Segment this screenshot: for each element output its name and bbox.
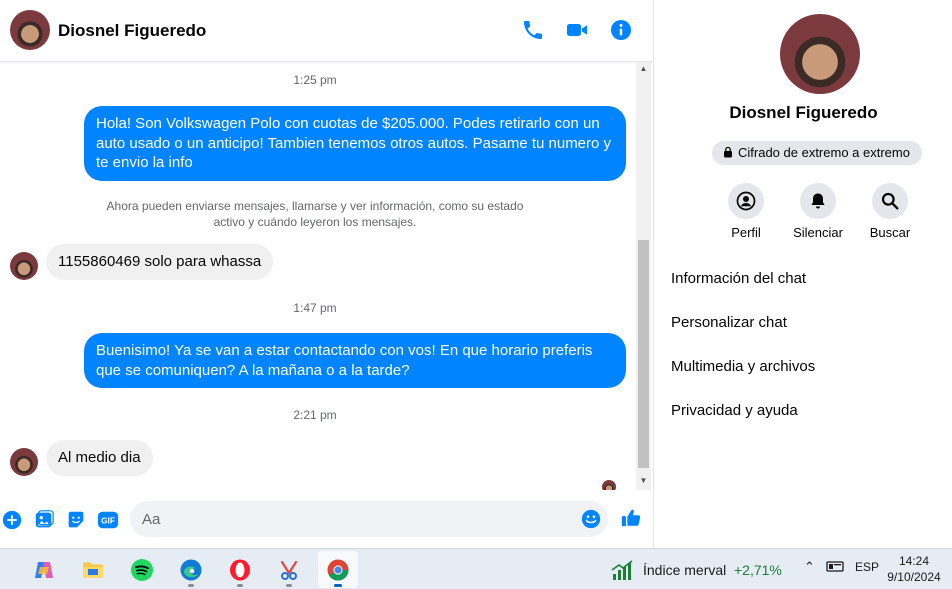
scroll-down-arrow-icon[interactable]: ▼ [636,476,651,488]
mute-label: Silenciar [793,225,843,240]
encryption-label: Cifrado de extremo a extremo [738,145,910,160]
info-icon[interactable] [609,18,633,42]
menu-chat-info[interactable]: Información del chat [671,270,806,287]
phone-icon[interactable] [521,18,545,42]
mute-button[interactable]: Silenciar [783,183,853,240]
encryption-badge[interactable]: Cifrado de extremo a extremo [712,141,922,165]
message-input[interactable] [142,501,572,537]
menu-customize-chat[interactable]: Personalizar chat [671,314,787,331]
sticker-icon[interactable] [65,509,87,531]
gif-icon[interactable]: GIF [97,509,119,531]
read-receipt-avatar [602,480,616,490]
chat-pane: Diosnel Figueredo 1:25 pm Hola! Son Volk… [0,0,653,548]
profile-icon [728,183,764,219]
incoming-message[interactable]: 1155860469 solo para whassa [46,244,274,280]
message-timestamp: 2:21 pm [293,408,337,422]
menu-privacy-help[interactable]: Privacidad y ayuda [671,402,798,419]
message-input-container [130,501,608,537]
contact-name[interactable]: Diosnel Figueredo [58,21,206,41]
emoji-icon[interactable] [580,508,602,530]
chevron-up-icon[interactable]: ⌃ [804,559,815,575]
connection-notice: Ahora pueden enviarse mensajes, llamarse… [106,199,524,229]
snipping-tool-icon[interactable] [269,551,309,588]
stock-change: +2,71% [734,562,782,578]
plus-icon[interactable] [1,509,23,531]
stock-name: Índice merval [643,562,727,578]
message-list[interactable]: 1:25 pm Hola! Son Volkswagen Polo con cu… [0,62,636,490]
network-icon[interactable] [826,560,844,577]
contact-avatar-small [10,448,38,476]
contact-avatar[interactable] [10,10,50,50]
profile-label: Perfil [731,225,761,240]
opera-icon[interactable] [220,551,260,588]
scroll-up-arrow-icon[interactable]: ▲ [636,64,651,76]
menu-media-files[interactable]: Multimedia y archivos [671,358,815,375]
scrollbar-thumb[interactable] [638,240,649,468]
stock-chart-icon [611,560,633,580]
search-button[interactable]: Buscar [855,183,925,240]
copilot-icon[interactable] [24,551,64,588]
search-icon [872,183,908,219]
spotify-icon[interactable] [122,551,162,588]
thumbs-up-icon[interactable] [620,507,644,531]
message-timestamp: 1:25 pm [293,73,337,87]
contact-avatar-large[interactable] [780,14,860,94]
incoming-message[interactable]: Al medio dia [46,440,153,476]
language-indicator[interactable]: ESP [855,560,879,574]
gif-label: GIF [101,517,115,526]
video-camera-icon[interactable] [565,18,589,42]
lock-icon [722,142,734,158]
composer-bar: GIF [0,492,653,548]
chat-header: Diosnel Figueredo [0,0,653,62]
edge-icon[interactable] [171,551,211,588]
side-contact-name: Diosnel Figueredo [729,103,878,122]
windows-taskbar: Índice merval +2,71% ⌃ ESP 14:24 9/10/20… [0,548,952,589]
message-timestamp: 1:47 pm [293,301,337,315]
outgoing-message[interactable]: Hola! Son Volkswagen Polo con cuotas de … [84,106,626,181]
bell-icon [800,183,836,219]
profile-button[interactable]: Perfil [711,183,781,240]
file-explorer-icon[interactable] [73,551,113,588]
clock-date: 9/10/2024 [887,570,941,584]
conversation-details-panel: Diosnel Figueredo Cifrado de extremo a e… [653,0,952,548]
scrollbar[interactable]: ▲ ▼ [636,62,651,490]
outgoing-message[interactable]: Buenisimo! Ya se van a estar contactando… [84,333,626,388]
system-clock[interactable]: 14:24 9/10/2024 [880,553,948,585]
contact-avatar-small [10,252,38,280]
clock-time: 14:24 [898,554,930,568]
chrome-icon[interactable] [318,551,358,588]
gallery-icon[interactable] [33,509,55,531]
search-label: Buscar [869,225,911,240]
